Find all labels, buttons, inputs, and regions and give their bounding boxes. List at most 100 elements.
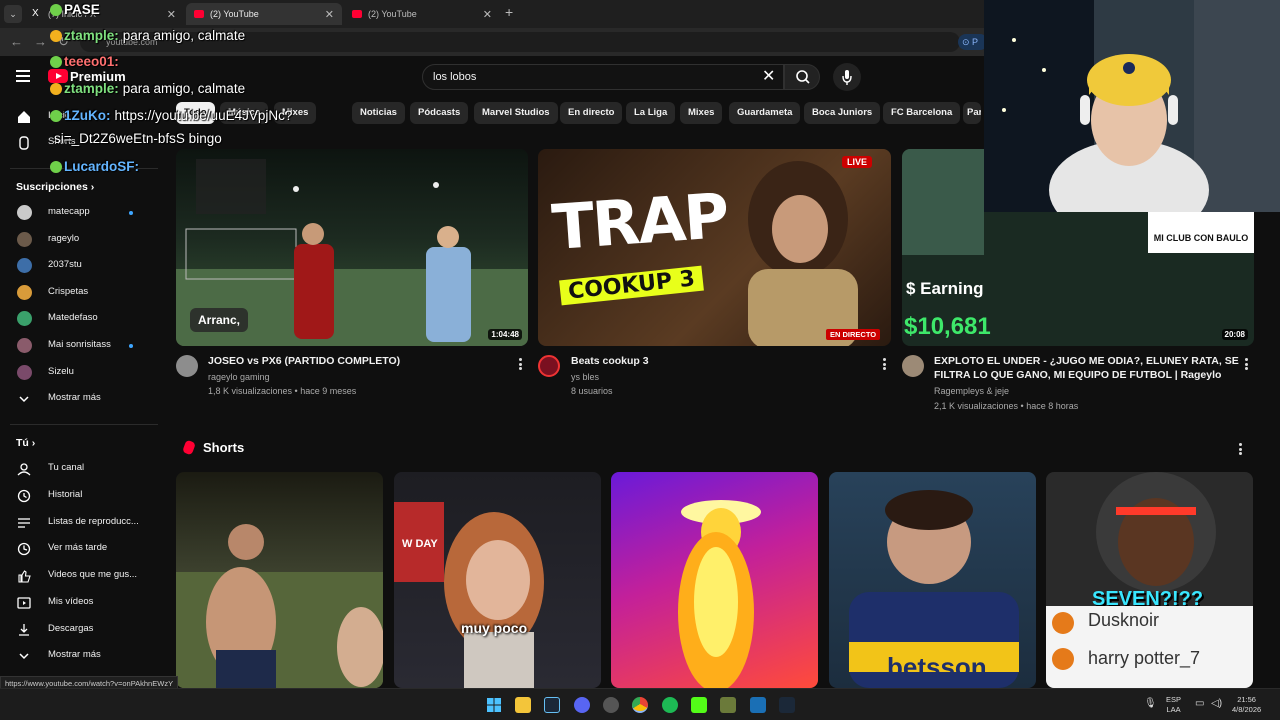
sidebar-item-channel[interactable]: Tu canal: [0, 456, 168, 482]
volume-icon[interactable]: ◁): [1211, 699, 1222, 709]
channel-name[interactable]: Ragempleys & jeje: [934, 384, 1009, 398]
search-box[interactable]: [422, 64, 784, 90]
video-title[interactable]: Beats cookup 3: [571, 354, 649, 368]
video-thumbnail[interactable]: TRAP COOKUP 3: [538, 149, 891, 346]
short-card[interactable]: [611, 472, 818, 688]
search-button[interactable]: [784, 64, 820, 90]
sidebar-subscription-item[interactable]: Sizelu: [0, 360, 168, 386]
video-title-line-2[interactable]: FILTRA LO QUE GANO, MI EQUIPO DE FUTBOL …: [934, 368, 1221, 382]
channel-name[interactable]: rageylo gaming: [208, 370, 270, 384]
chat-message: ztample: para amigo, calmate: [50, 81, 245, 96]
more-options-icon[interactable]: [883, 358, 887, 370]
short-card[interactable]: SEVEN?!?? Dusknoir harry potter_7: [1046, 472, 1253, 688]
close-tab-icon[interactable]: ✕: [325, 8, 334, 21]
browser-tab-youtube[interactable]: (2) YouTube ✕: [344, 3, 500, 25]
voice-search-button[interactable]: [833, 63, 861, 91]
sidebar-item-label: Mostrar más: [48, 649, 101, 660]
chat-badge-icon: [50, 30, 62, 42]
file-explorer-icon[interactable]: [515, 697, 531, 713]
kick-icon[interactable]: [691, 697, 707, 713]
close-tab-icon[interactable]: ✕: [483, 8, 492, 21]
microphone-tray-icon[interactable]: 🎙: [1144, 699, 1157, 709]
sidebar-subscription-item[interactable]: matecapp: [0, 200, 168, 226]
subscriptions-header[interactable]: Suscripciones ›: [16, 181, 94, 193]
fruit-icon: [1052, 648, 1074, 670]
chat-badge-icon: [50, 161, 62, 173]
sidebar-item-watch-later[interactable]: Ver más tarde: [0, 536, 168, 562]
show-more-subscriptions[interactable]: Mostrar más: [0, 386, 168, 412]
youtube-favicon-icon: [352, 10, 362, 18]
channel-avatar[interactable]: [902, 355, 924, 377]
channel-avatar[interactable]: [176, 355, 198, 377]
duration-badge: 20:08: [1221, 329, 1248, 340]
video-title-line-1[interactable]: EXPLOTO EL UNDER - ¿JUGO ME ODIA?, ELUNE…: [934, 354, 1239, 368]
clock[interactable]: 21:56 4/8/2026: [1232, 695, 1261, 715]
new-tab-button[interactable]: +: [505, 4, 513, 20]
spotify-icon[interactable]: [662, 697, 678, 713]
keyboard-layout: LAA: [1166, 705, 1181, 714]
chip-en-directo[interactable]: En directo: [560, 102, 623, 124]
sidebar-item-history[interactable]: Historial: [0, 483, 168, 509]
browser-tab-x[interactable]: X (7) Inicio / X ✕: [24, 3, 184, 25]
chip-marvel-studios[interactable]: Marvel Studios: [474, 102, 558, 124]
sidebar-item-my-videos[interactable]: Mis vídeos: [0, 590, 168, 616]
steam-icon-2[interactable]: [779, 697, 795, 713]
thumbnail-text-earning: $ Earning: [906, 279, 984, 298]
search-input[interactable]: [433, 65, 753, 89]
new-content-dot: [129, 344, 133, 348]
chip-mixes-2[interactable]: Mixes: [680, 102, 723, 124]
windows-start-icon[interactable]: [486, 697, 502, 713]
shorts-more-options-icon[interactable]: [1239, 443, 1243, 455]
chip-fc-barcelona[interactable]: FC Barcelona: [883, 102, 961, 124]
sidebar-subscription-item[interactable]: Mai sonrisitass: [0, 333, 168, 359]
sidebar-item-playlists[interactable]: Listas de reproducc...: [0, 510, 168, 536]
video-thumbnail[interactable]: Arranc, 1:04:48: [176, 149, 528, 346]
chip-boca-juniors[interactable]: Boca Juniors: [804, 102, 881, 124]
network-icon[interactable]: ▭: [1195, 699, 1204, 709]
sidebar-item-label: Historial: [48, 488, 83, 500]
channel-avatar-live[interactable]: [538, 355, 560, 377]
obs-icon[interactable]: [603, 697, 619, 713]
sidebar-item-label: Mis vídeos: [48, 596, 94, 607]
sidebar-subscription-item[interactable]: Matedefaso: [0, 306, 168, 332]
sidebar-subscription-item[interactable]: rageylo: [0, 227, 168, 253]
downloads-icon: [19, 623, 29, 636]
language-indicator[interactable]: ESP LAA: [1166, 695, 1181, 715]
divider: [10, 424, 158, 425]
forward-arrow-icon[interactable]: →: [34, 34, 47, 49]
show-more-you[interactable]: Mostrar más: [0, 643, 168, 669]
sidebar-subscription-item[interactable]: 2037stu: [0, 253, 168, 279]
minecraft-icon[interactable]: [720, 697, 736, 713]
browser-tab-youtube-active[interactable]: (2) YouTube ✕: [186, 3, 342, 25]
steam-icon[interactable]: [544, 697, 560, 713]
discord-icon[interactable]: [574, 697, 590, 713]
short-card[interactable]: W DAY muy poco: [394, 472, 601, 688]
chip-podcasts[interactable]: Pódcasts: [410, 102, 469, 124]
tab-list-button[interactable]: ⌄: [4, 5, 22, 23]
clear-search-icon[interactable]: ✕: [762, 66, 775, 86]
you-header[interactable]: Tú ›: [16, 437, 35, 449]
back-arrow-icon[interactable]: ←: [10, 34, 23, 49]
short-card[interactable]: [176, 472, 383, 688]
hamburger-menu-icon[interactable]: [16, 70, 30, 82]
my-videos-icon: [17, 597, 31, 609]
chat-text: para amigo, calmate: [122, 28, 246, 43]
close-tab-icon[interactable]: ✕: [167, 8, 176, 21]
chip-partial[interactable]: Par: [963, 102, 981, 124]
chrome-icon[interactable]: [632, 697, 648, 713]
sidebar-subscription-item[interactable]: Crispetas: [0, 280, 168, 306]
app-icon[interactable]: [750, 697, 766, 713]
video-title[interactable]: JOSEO vs PX6 (PARTIDO COMPLETO): [208, 354, 400, 368]
short-card[interactable]: betsson: [829, 472, 1036, 688]
channel-name[interactable]: ys bles: [571, 370, 599, 384]
short-overlay-line: harry potter_7: [1088, 648, 1201, 668]
sidebar-item-downloads[interactable]: Descargas: [0, 617, 168, 643]
more-options-icon[interactable]: [519, 358, 523, 370]
chip-guardameta[interactable]: Guardameta: [729, 102, 801, 124]
short-bg-text: W DAY: [402, 538, 438, 550]
more-options-icon[interactable]: [1245, 358, 1249, 370]
chip-noticias[interactable]: Noticias: [352, 102, 405, 124]
sidebar-item-like[interactable]: Videos que me gus...: [0, 563, 168, 589]
chat-text: https://youtu.be/uuE4JVpjNc?: [114, 108, 293, 123]
chip-la-liga[interactable]: La Liga: [626, 102, 676, 124]
